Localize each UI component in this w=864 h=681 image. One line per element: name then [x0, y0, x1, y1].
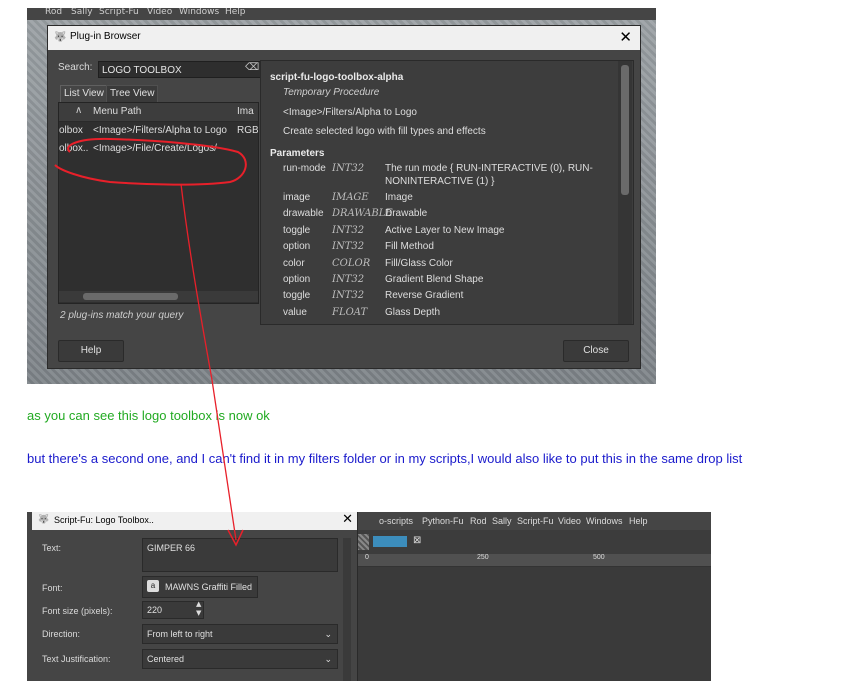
red-annotation-overlay: [54, 137, 247, 547]
annotation-arrow-line: [180, 183, 237, 541]
annotation-circle: [54, 137, 247, 186]
